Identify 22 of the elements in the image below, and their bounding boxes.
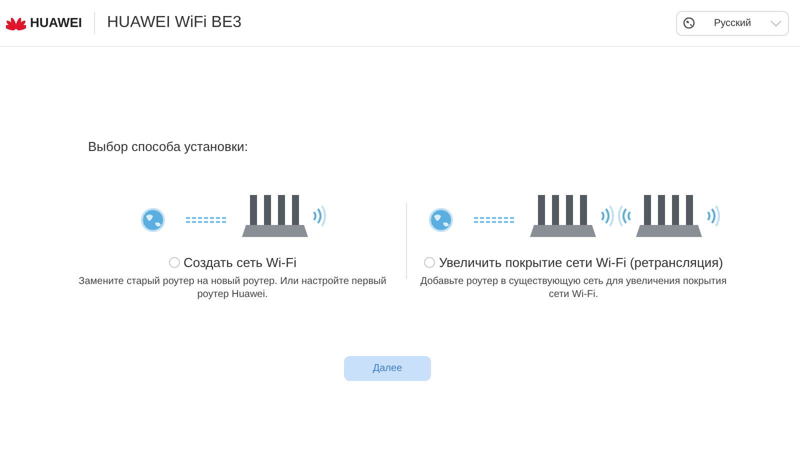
router-icon — [636, 194, 702, 236]
radio-option[interactable]: Создать сеть Wi-Fi — [168, 252, 296, 272]
globe-icon — [428, 206, 454, 232]
connection-icon — [186, 216, 226, 224]
router-icon — [242, 194, 308, 236]
globe-icon — [683, 17, 695, 29]
connection-icon — [474, 216, 514, 224]
option-description: Добавьте роутер в существующую сеть для увеличения покрытия сети Wi-Fi. — [419, 275, 728, 301]
signal-icon — [706, 202, 720, 228]
logo-icon — [6, 15, 26, 31]
signal-icon — [618, 202, 632, 228]
brand-name: HUAWEI — [30, 14, 82, 32]
section-heading: Выбор способа установки: — [88, 138, 248, 156]
signal-icon — [600, 202, 614, 228]
router-icon — [530, 194, 596, 236]
radio-option[interactable]: Увеличить покрытие сети Wi-Fi (ретрансляция) — [424, 252, 724, 272]
signal-icon — [312, 202, 326, 228]
option-description: Замените старый роутер на новый роутер. Или настройте первый роутер Huawei. — [78, 275, 388, 301]
globe-icon — [140, 206, 166, 232]
chevron-down-icon — [770, 20, 782, 26]
window-title: HUAWEI WiFi BE3 — [107, 13, 242, 33]
language-dropdown[interactable]: Русский — [676, 10, 789, 36]
